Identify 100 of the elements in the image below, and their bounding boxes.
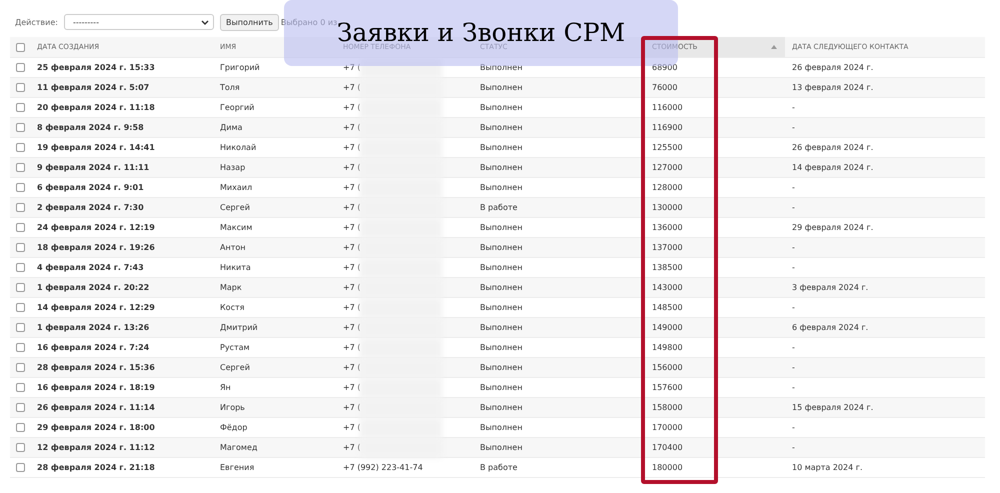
row-checkbox[interactable] bbox=[16, 223, 25, 232]
status-cell: Выполнен bbox=[480, 83, 522, 92]
created-date-link[interactable]: 25 февраля 2024 г. 15:33 bbox=[37, 63, 155, 72]
status-cell: Выполнен bbox=[480, 403, 522, 412]
created-date-link[interactable]: 6 февраля 2024 г. 9:01 bbox=[37, 183, 144, 192]
status-cell: Выполнен bbox=[480, 343, 522, 352]
row-checkbox[interactable] bbox=[16, 243, 25, 252]
created-date-link[interactable]: 12 февраля 2024 г. 11:12 bbox=[37, 443, 155, 452]
row-checkbox[interactable] bbox=[16, 283, 25, 292]
next-contact-cell: - bbox=[792, 103, 795, 112]
next-contact-cell: 14 февраля 2024 г. bbox=[792, 163, 874, 172]
row-checkbox[interactable] bbox=[16, 63, 25, 72]
created-date-link[interactable]: 19 февраля 2024 г. 14:41 bbox=[37, 143, 155, 152]
status-cell: Выполнен bbox=[480, 123, 522, 132]
name-cell: Антон bbox=[220, 243, 246, 252]
created-date-link[interactable]: 4 февраля 2024 г. 7:43 bbox=[37, 263, 144, 272]
selection-count: Выбрано 0 из bbox=[280, 18, 338, 26]
name-cell: Дима bbox=[220, 123, 242, 132]
row-checkbox[interactable] bbox=[16, 403, 25, 412]
cost-cell: 170000 bbox=[652, 423, 683, 432]
next-contact-cell: - bbox=[792, 343, 795, 352]
row-checkbox[interactable] bbox=[16, 463, 25, 472]
created-date-link[interactable]: 2 февраля 2024 г. 7:30 bbox=[37, 203, 144, 212]
created-date-link[interactable]: 14 февраля 2024 г. 12:29 bbox=[37, 303, 155, 312]
phone-cell: +7 (992) 223-41-74 bbox=[343, 463, 423, 472]
cost-cell: 158000 bbox=[652, 403, 683, 412]
status-cell: В работе bbox=[480, 203, 518, 212]
next-contact-cell: - bbox=[792, 123, 795, 132]
status-cell: Выполнен bbox=[480, 303, 522, 312]
next-contact-cell: - bbox=[792, 243, 795, 252]
cost-cell: 138500 bbox=[652, 263, 683, 272]
created-date-link[interactable]: 20 февраля 2024 г. 11:18 bbox=[37, 103, 155, 112]
status-cell: Выполнен bbox=[480, 423, 522, 432]
row-checkbox[interactable] bbox=[16, 103, 25, 112]
row-checkbox[interactable] bbox=[16, 123, 25, 132]
created-date-link[interactable]: 8 февраля 2024 г. 9:58 bbox=[37, 123, 144, 132]
next-contact-cell: - bbox=[792, 203, 795, 212]
run-button[interactable]: Выполнить bbox=[220, 14, 279, 30]
next-contact-cell: - bbox=[792, 183, 795, 192]
cost-cell: 157600 bbox=[652, 383, 683, 392]
name-cell: Рустам bbox=[220, 343, 250, 352]
cost-cell: 128000 bbox=[652, 183, 683, 192]
action-select[interactable]: --------- bbox=[64, 14, 214, 30]
created-date-link[interactable]: 1 февраля 2024 г. 13:26 bbox=[37, 323, 150, 332]
row-checkbox[interactable] bbox=[16, 343, 25, 352]
next-contact-cell: 26 февраля 2024 г. bbox=[792, 63, 874, 72]
created-date-link[interactable]: 29 февраля 2024 г. 18:00 bbox=[37, 423, 155, 432]
select-all-checkbox[interactable] bbox=[16, 42, 25, 52]
phone-cell: +7 ( bbox=[343, 283, 360, 292]
phone-cell: +7 ( bbox=[343, 443, 360, 452]
name-cell: Георгий bbox=[220, 103, 254, 112]
cost-cell: 130000 bbox=[652, 203, 683, 212]
phone-cell: +7 ( bbox=[343, 163, 360, 172]
row-checkbox[interactable] bbox=[16, 143, 25, 152]
row-checkbox[interactable] bbox=[16, 83, 25, 92]
cost-cell: 170400 bbox=[652, 443, 683, 452]
cost-cell: 136000 bbox=[652, 223, 683, 232]
cost-cell: 68900 bbox=[652, 63, 678, 72]
phone-cell: +7 ( bbox=[343, 63, 360, 72]
sort-arrow-icon bbox=[771, 45, 777, 49]
name-cell: Толя bbox=[220, 83, 240, 92]
status-cell: В работе bbox=[480, 463, 518, 472]
created-date-link[interactable]: 16 февраля 2024 г. 18:19 bbox=[37, 383, 155, 392]
phone-cell: +7 ( bbox=[343, 423, 360, 432]
status-cell: Выполнен bbox=[480, 223, 522, 232]
name-cell: Игорь bbox=[220, 403, 245, 412]
created-date-link[interactable]: 11 февраля 2024 г. 5:07 bbox=[37, 83, 150, 92]
name-cell: Сергей bbox=[220, 203, 250, 212]
created-date-link[interactable]: 26 февраля 2024 г. 11:14 bbox=[37, 403, 155, 412]
row-checkbox[interactable] bbox=[16, 263, 25, 272]
phone-cell: +7 ( bbox=[343, 263, 360, 272]
created-date-link[interactable]: 28 февраля 2024 г. 15:36 bbox=[37, 363, 155, 372]
row-checkbox[interactable] bbox=[16, 443, 25, 452]
status-cell: Выполнен bbox=[480, 443, 522, 452]
row-checkbox[interactable] bbox=[16, 303, 25, 312]
status-cell: Выполнен bbox=[480, 363, 522, 372]
next-contact-cell: 15 февраля 2024 г. bbox=[792, 403, 874, 412]
cost-cell: 143000 bbox=[652, 283, 683, 292]
row-checkbox[interactable] bbox=[16, 383, 25, 392]
status-cell: Выполнен bbox=[480, 183, 522, 192]
status-cell: Выполнен bbox=[480, 243, 522, 252]
phone-cell: +7 ( bbox=[343, 203, 360, 212]
row-checkbox[interactable] bbox=[16, 363, 25, 372]
created-date-link[interactable]: 18 февраля 2024 г. 19:26 bbox=[37, 243, 155, 252]
phone-cell: +7 ( bbox=[343, 83, 360, 92]
phone-cell: +7 ( bbox=[343, 243, 360, 252]
created-date-link[interactable]: 16 февраля 2024 г. 7:24 bbox=[37, 343, 150, 352]
next-contact-cell: - bbox=[792, 263, 795, 272]
row-checkbox[interactable] bbox=[16, 323, 25, 332]
next-contact-cell: - bbox=[792, 383, 795, 392]
created-date-link[interactable]: 9 февраля 2024 г. 11:11 bbox=[37, 163, 150, 172]
row-checkbox[interactable] bbox=[16, 183, 25, 192]
name-cell: Костя bbox=[220, 303, 244, 312]
created-date-link[interactable]: 1 февраля 2024 г. 20:22 bbox=[37, 283, 150, 292]
created-date-link[interactable]: 28 февраля 2024 г. 21:18 bbox=[37, 463, 155, 472]
created-date-link[interactable]: 24 февраля 2024 г. 12:19 bbox=[37, 223, 155, 232]
row-checkbox[interactable] bbox=[16, 163, 25, 172]
row-checkbox[interactable] bbox=[16, 423, 25, 432]
row-checkbox[interactable] bbox=[16, 203, 25, 212]
next-contact-cell: 26 февраля 2024 г. bbox=[792, 143, 874, 152]
